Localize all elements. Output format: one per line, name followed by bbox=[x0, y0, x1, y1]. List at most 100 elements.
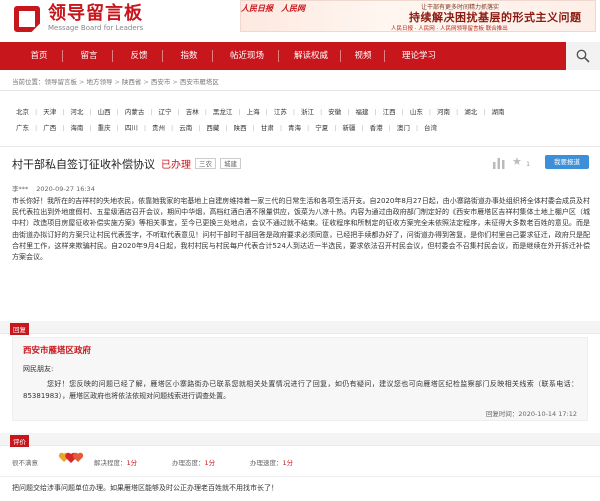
site-header: 领导留言板 Message Board for Leaders 人民日报 人民网… bbox=[0, 0, 600, 42]
metric-solution: 解决程度：1分 bbox=[94, 457, 137, 467]
province-link[interactable]: 福建 bbox=[349, 106, 374, 116]
breadcrumb-prefix: 当前位置： bbox=[12, 78, 45, 86]
bar-chart-icon[interactable] bbox=[492, 157, 506, 169]
province-link[interactable]: 上海 bbox=[241, 106, 266, 116]
nav-index[interactable]: 指数 bbox=[172, 42, 206, 70]
province-link[interactable]: 安徽 bbox=[322, 106, 347, 116]
province-link[interactable]: 澳门 bbox=[391, 122, 416, 132]
breadcrumb: 当前位置：领导留言板 > 地方领导 > 陕西省 > 西安市 > 西安市雁塔区 bbox=[12, 78, 219, 86]
nav-home[interactable]: 首页 bbox=[22, 42, 56, 70]
post-title: 村干部私自签订征收补偿协议 bbox=[12, 158, 155, 171]
province-link[interactable]: 甘肃 bbox=[255, 122, 280, 132]
province-link[interactable]: 江西 bbox=[377, 106, 402, 116]
evaluation-label: 评价 bbox=[10, 435, 29, 447]
breadcrumb-item[interactable]: 地方领导 bbox=[86, 78, 112, 86]
nav-messages[interactable]: 留言 bbox=[72, 42, 106, 70]
nav-scene[interactable]: 帖近现场 bbox=[222, 42, 272, 70]
reply-time-label: 回复时间： bbox=[485, 410, 519, 418]
metric-score: 1分 bbox=[126, 459, 138, 467]
province-link[interactable]: 贵州 bbox=[146, 122, 171, 132]
province-link[interactable]: 青海 bbox=[282, 122, 307, 132]
province-link[interactable]: 浙江 bbox=[295, 106, 320, 116]
search-button[interactable] bbox=[566, 42, 600, 70]
province-row: 北京 | 天津 | 河北 | 山西 | 内蒙古 | 辽宁 | 吉林 | 黑龙江 | 上海 | 江苏 | 浙江 | 安徽 | 福建… bbox=[10, 106, 510, 116]
breadcrumb-item[interactable]: 西安市 bbox=[151, 78, 171, 86]
province-link[interactable]: 山东 bbox=[404, 106, 429, 116]
reply-org[interactable]: 西安市雁塔区政府 bbox=[23, 344, 91, 356]
province-link[interactable]: 湖北 bbox=[458, 106, 483, 116]
logo-title: 领导留言板 bbox=[48, 3, 143, 24]
metric-label: 解决程度： bbox=[94, 459, 127, 467]
province-link[interactable]: 吉林 bbox=[180, 106, 205, 116]
star-icon[interactable]: ★ bbox=[512, 155, 522, 168]
post-date: 2020-09-27 16:34 bbox=[36, 185, 95, 193]
promo-banner[interactable]: 人民日报 人民网 让干部有更多时间精力抓落实 持续解决困扰基层的形式主义问题 人… bbox=[240, 0, 596, 32]
banner-logo-renminwang: 人民网 bbox=[281, 4, 305, 13]
reply-greeting: 网民朋友: bbox=[23, 365, 54, 373]
post-body: 市长你好！我所在的吉祥村的失地农民，依靠她我家的宅基地上自建房维持着一家三代的日… bbox=[12, 197, 590, 262]
breadcrumb-item[interactable]: 领导留言板 bbox=[45, 78, 78, 86]
reply-time-value: 2020-10-14 17:12 bbox=[518, 410, 577, 418]
post-tag[interactable]: 城建 bbox=[220, 158, 241, 169]
reply-box: 西安市雁塔区政府 网民朋友: 您好！您反映的问题已经了解，雁塔区小寨路街办已联系… bbox=[12, 337, 588, 421]
province-link[interactable]: 河南 bbox=[431, 106, 456, 116]
province-link[interactable]: 西藏 bbox=[200, 122, 225, 132]
site-logo[interactable]: 领导留言板 Message Board for Leaders bbox=[12, 3, 144, 41]
province-link[interactable]: 黑龙江 bbox=[207, 106, 239, 116]
search-icon bbox=[576, 49, 590, 63]
post-stats: ★ 1 bbox=[492, 155, 538, 170]
province-link[interactable]: 河北 bbox=[64, 106, 89, 116]
province-link[interactable]: 辽宁 bbox=[153, 106, 178, 116]
province-link[interactable]: 台湾 bbox=[418, 122, 443, 132]
province-link[interactable]: 宁夏 bbox=[309, 122, 334, 132]
metric-speed: 办理速度：1分 bbox=[250, 457, 293, 467]
province-row: 广东 | 广西 | 海南 | 重庆 | 四川 | 贵州 | 云南 | 西藏 | 陕西 | 甘肃 | 青海 | 宁夏 | 新疆 | 香… bbox=[10, 122, 443, 132]
province-link[interactable]: 内蒙古 bbox=[119, 106, 151, 116]
province-link[interactable]: 天津 bbox=[37, 106, 62, 116]
province-link[interactable]: 云南 bbox=[173, 122, 198, 132]
metric-label: 办理速度： bbox=[250, 459, 283, 467]
evaluation-section-header: 评价 bbox=[0, 433, 600, 447]
metric-attitude: 办理态度：1分 bbox=[172, 457, 215, 467]
province-link[interactable]: 新疆 bbox=[336, 122, 361, 132]
reply-time: 回复时间：2020-10-14 17:12 bbox=[486, 408, 577, 418]
province-link[interactable]: 广西 bbox=[37, 122, 62, 132]
like-count: 1 bbox=[526, 160, 531, 168]
banner-logo-renminribao: 人民日报 bbox=[241, 4, 273, 13]
province-link[interactable]: 陕西 bbox=[228, 122, 253, 132]
post-title-line: 村干部私自签订征收补偿协议 已办理 三农 城建 bbox=[12, 156, 241, 172]
province-link[interactable]: 重庆 bbox=[92, 122, 117, 132]
post-meta: 李*** 2020-09-27 16:34 bbox=[12, 183, 95, 193]
report-button[interactable]: 我要报道 bbox=[545, 155, 589, 169]
status-badge: 已办理 bbox=[161, 160, 191, 171]
evaluation-row: 很不满意 解决程度：1分 办理态度：1分 办理速度：1分 bbox=[12, 450, 592, 472]
metric-label: 办理态度： bbox=[172, 459, 205, 467]
post-author: 李*** bbox=[12, 185, 29, 193]
breadcrumb-item[interactable]: 西安市雁塔区 bbox=[180, 78, 219, 86]
metric-score: 1分 bbox=[282, 459, 294, 467]
banner-headline: 持续解决困扰基层的形式主义问题 bbox=[409, 11, 582, 24]
province-link[interactable]: 湖南 bbox=[485, 106, 510, 116]
reply-label: 回复 bbox=[10, 323, 29, 335]
province-link[interactable]: 江苏 bbox=[268, 106, 293, 116]
province-link[interactable]: 广东 bbox=[10, 122, 35, 132]
post-tag[interactable]: 三农 bbox=[195, 158, 216, 169]
nav-theory[interactable]: 理论学习 bbox=[394, 42, 444, 70]
metric-score: 1分 bbox=[204, 459, 216, 467]
province-link[interactable]: 北京 bbox=[10, 106, 35, 116]
province-link[interactable]: 香港 bbox=[364, 122, 389, 132]
province-link[interactable]: 海南 bbox=[64, 122, 89, 132]
main-nav: 首页 留言 反馈 指数 帖近现场 解读权威 视频 理论学习 bbox=[0, 42, 600, 70]
logo-subtitle: Message Board for Leaders bbox=[48, 24, 144, 32]
logo-mark-icon bbox=[12, 4, 49, 41]
reply-section-header: 回复 bbox=[0, 321, 600, 335]
banner-sub: 人民日报 · 人民网 · 人民网领导留言板 联合推出 bbox=[391, 26, 508, 32]
evaluation-comment: 把问题交给涉事问题单位办理。如果雁塔区能够及时公正办理老百姓就不用找市长了！ bbox=[12, 484, 278, 492]
nav-feedback[interactable]: 反馈 bbox=[122, 42, 156, 70]
breadcrumb-item[interactable]: 陕西省 bbox=[122, 78, 142, 86]
province-link[interactable]: 山西 bbox=[92, 106, 117, 116]
nav-interpret[interactable]: 解读权威 bbox=[288, 42, 334, 70]
nav-video[interactable]: 视频 bbox=[348, 42, 378, 70]
rating-hearts-icon bbox=[58, 452, 84, 463]
province-link[interactable]: 四川 bbox=[119, 122, 144, 132]
